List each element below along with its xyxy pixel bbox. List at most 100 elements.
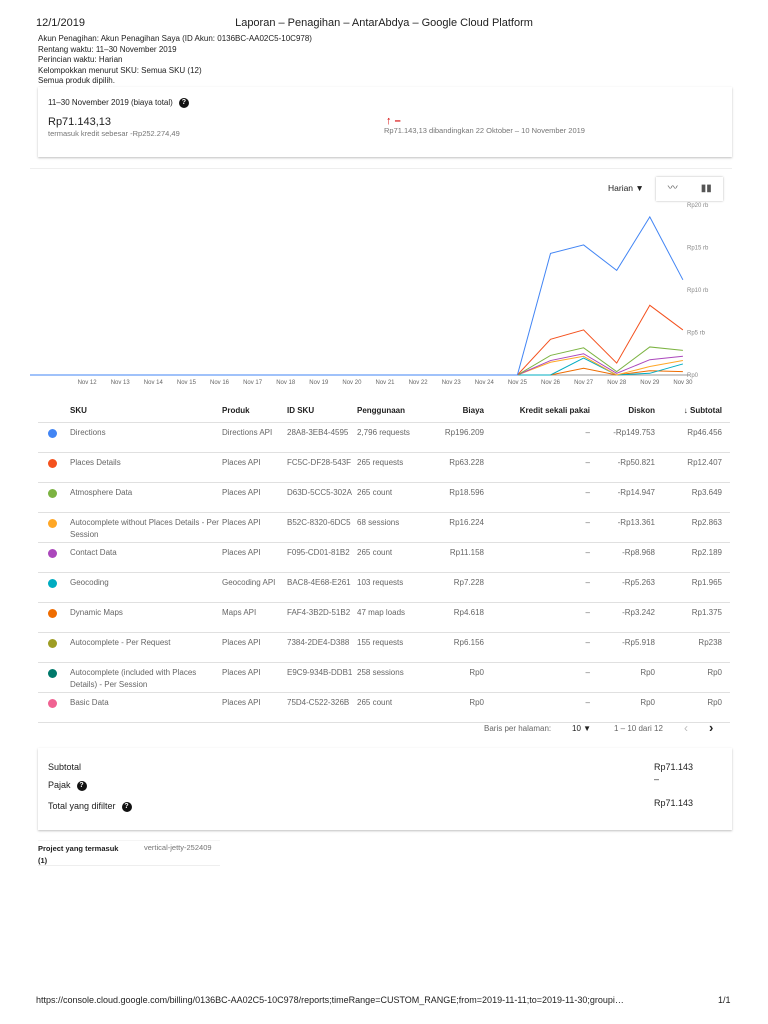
color-cell xyxy=(38,572,70,603)
color-cell xyxy=(38,512,70,543)
table-row[interactable]: Places Details Places API FC5C-DF28-543F 26… xyxy=(38,452,730,483)
x-tick-label: Nov 21 xyxy=(375,380,395,386)
table-row[interactable]: Autocomplete - Per Request Places API 7384… xyxy=(38,632,730,663)
usage-cell: 258 sessions xyxy=(357,662,427,693)
next-page-icon[interactable]: › xyxy=(709,720,713,735)
subtotal-cell: Rp0 xyxy=(663,692,730,723)
col-usage[interactable]: Penggunaan xyxy=(357,400,427,423)
col-credit[interactable]: Kredit sekali pakai xyxy=(492,400,598,423)
sku-id-cell: 28A8-3EB4-4595 xyxy=(287,422,357,453)
sku-table: SKU Produk ID SKU Penggunaan Biaya Kredi… xyxy=(38,400,730,723)
legend-dot-icon xyxy=(48,428,57,438)
subtotal-cell: Rp2.863 xyxy=(663,512,730,543)
table-row[interactable]: Autocomplete without Places Details - Pe… xyxy=(38,512,730,543)
legend-dot-icon xyxy=(48,458,57,468)
project-id[interactable]: vertical-jetty-252409 xyxy=(144,843,212,852)
help-icon[interactable]: ? xyxy=(121,801,132,812)
sku-name-cell: Contact Data xyxy=(70,542,222,573)
col-subtotal[interactable]: ↓ Subtotal xyxy=(663,400,730,423)
rows-per-page-label: Baris per halaman: xyxy=(484,724,552,733)
discount-cell: Rp0 xyxy=(598,692,663,723)
usage-cell: 103 requests xyxy=(357,572,427,603)
table-row[interactable]: Contact Data Places API F095-CD01-81B2 265 … xyxy=(38,542,730,573)
credit-cell: – xyxy=(492,602,598,633)
y-tick-label: Rp15 rb xyxy=(687,246,709,252)
x-tick-label: Nov 13 xyxy=(111,380,131,386)
discount-cell: -Rp5.918 xyxy=(598,632,663,663)
table-row[interactable]: Basic Data Places API 75D4-C522-326B 265 co… xyxy=(38,692,730,723)
projects-included: Project yang termasuk (1) vertical-jetty… xyxy=(38,840,220,866)
cost-cell: Rp4.618 xyxy=(427,602,492,633)
table-row[interactable]: Directions Directions API 28A8-3EB4-4595 2,… xyxy=(38,422,730,453)
x-tick-label: Nov 17 xyxy=(243,380,263,386)
table-row[interactable]: Atmosphere Data Places API D63D-5CC5-302A 2… xyxy=(38,482,730,513)
series-line-places-details xyxy=(30,304,684,376)
table-row[interactable]: Geocoding Geocoding API BAC8-4E68-E261 103 … xyxy=(38,572,730,603)
cost-cell: Rp196.209 xyxy=(427,422,492,453)
product-cell: Geocoding API xyxy=(222,572,287,603)
col-cost[interactable]: Biaya xyxy=(427,400,492,423)
subtotal-cell: Rp1.375 xyxy=(663,602,730,633)
totals-card: Subtotal Pajak? Total yang difilter? Rp7… xyxy=(38,748,732,830)
x-tick-label: Nov 19 xyxy=(309,380,329,386)
sku-id-cell: B52C-8320-6DC5 xyxy=(287,512,357,543)
col-sku-id[interactable]: ID SKU xyxy=(287,400,357,423)
usage-cell: 265 count xyxy=(357,542,427,573)
sku-id-cell: F095-CD01-81B2 xyxy=(287,542,357,573)
y-tick-label: Rp0 xyxy=(687,373,699,379)
credit-cell: – xyxy=(492,692,598,723)
subtotal-cell: Rp12.407 xyxy=(663,452,730,483)
sku-name-cell: Atmosphere Data xyxy=(70,482,222,513)
credit-cell: – xyxy=(492,482,598,513)
subtotal-cell: Rp238 xyxy=(663,632,730,663)
product-cell: Places API xyxy=(222,542,287,573)
x-tick-label: Nov 28 xyxy=(607,380,627,386)
color-cell xyxy=(38,452,70,483)
col-discount[interactable]: Diskon xyxy=(598,400,663,423)
col-sku[interactable]: SKU xyxy=(70,400,222,423)
series-line-dynamic-maps xyxy=(30,367,683,376)
product-cell: Places API xyxy=(222,482,287,513)
help-icon[interactable]: ? xyxy=(76,780,87,791)
x-tick-label: Nov 30 xyxy=(673,380,693,386)
sku-name-cell: Geocoding xyxy=(70,572,222,603)
projects-label: Project yang termasuk (1) xyxy=(38,844,119,865)
color-cell xyxy=(38,422,70,453)
sort-desc-icon: ↓ xyxy=(683,406,688,416)
discount-cell: -Rp14.947 xyxy=(598,482,663,513)
product-cell: Places API xyxy=(222,512,287,543)
prev-page-icon[interactable]: ‹ xyxy=(684,721,688,735)
discount-cell: -Rp149.753 xyxy=(598,422,663,453)
subtotal-value: Rp71.143 xyxy=(654,762,694,772)
y-tick-label: Rp10 rb xyxy=(687,288,709,294)
discount-cell: -Rp13.361 xyxy=(598,512,663,543)
discount-cell: -Rp5.263 xyxy=(598,572,663,603)
cost-cell: Rp0 xyxy=(427,692,492,723)
credit-cell: – xyxy=(492,452,598,483)
rows-per-page-select[interactable]: 10 ▼ xyxy=(572,724,591,733)
sku-name-cell: Places Details xyxy=(70,452,222,483)
x-tick-label: Nov 23 xyxy=(442,380,462,386)
table-row[interactable]: Dynamic Maps Maps API FAF4-3B2D-51B2 47 map… xyxy=(38,602,730,633)
sku-id-cell: FAF4-3B2D-51B2 xyxy=(287,602,357,633)
x-tick-label: Nov 25 xyxy=(508,380,528,386)
subtotal-cell: Rp46.456 xyxy=(663,422,730,453)
legend-dot-icon xyxy=(48,698,57,708)
sku-name-cell: Autocomplete (included with Places Detai… xyxy=(70,662,222,693)
x-tick-label: Nov 14 xyxy=(144,380,164,386)
tax-value: – xyxy=(654,774,660,784)
col-product[interactable]: Produk xyxy=(222,400,287,423)
credit-cell: – xyxy=(492,542,598,573)
subtotal-label: Subtotal xyxy=(48,762,82,772)
legend-dot-icon xyxy=(48,638,57,648)
product-cell: Places API xyxy=(222,662,287,693)
sku-name-cell: Dynamic Maps xyxy=(70,602,222,633)
page-url: https://console.cloud.google.com/billing… xyxy=(36,995,624,1005)
cost-cell: Rp63.228 xyxy=(427,452,492,483)
page-range: 1 – 10 dari 12 xyxy=(614,724,663,733)
color-cell xyxy=(38,602,70,633)
color-cell xyxy=(38,692,70,723)
subtotal-cell: Rp3.649 xyxy=(663,482,730,513)
table-row[interactable]: Autocomplete (included with Places Detai… xyxy=(38,662,730,693)
caret-down-icon: ▼ xyxy=(583,724,592,733)
